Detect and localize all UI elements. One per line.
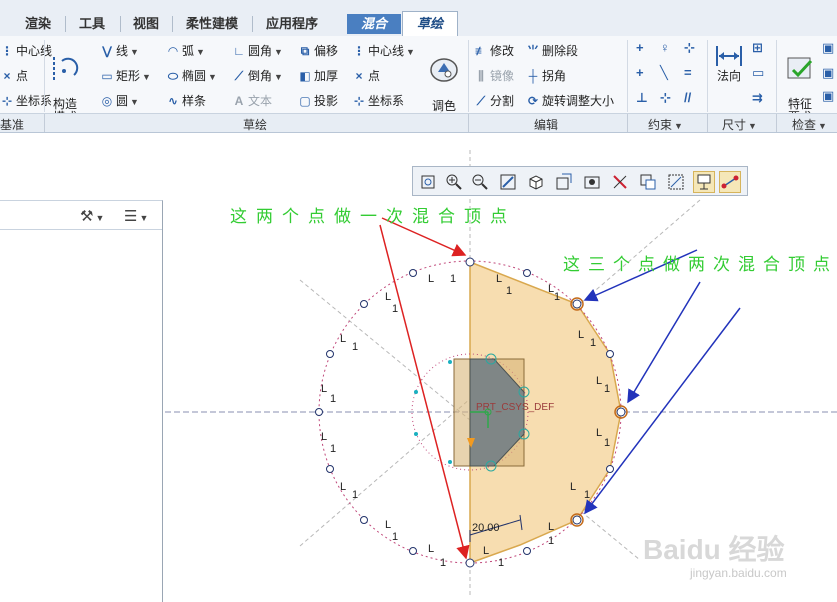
svg-text:L: L — [340, 333, 346, 345]
saved-orientations-icon[interactable] — [553, 171, 575, 193]
svg-text:L: L — [570, 481, 576, 493]
svg-text:L: L — [385, 291, 391, 303]
svg-text:1: 1 — [554, 291, 560, 303]
annotation-blend-once: 这两个点做一次混合顶点 — [230, 207, 516, 226]
svg-text:1: 1 — [450, 273, 456, 285]
svg-text:1: 1 — [352, 489, 358, 501]
svg-text:L: L — [321, 383, 327, 395]
svg-text:L: L — [321, 431, 327, 443]
dimension-label: 20.00 — [472, 522, 500, 534]
svg-text:1: 1 — [604, 437, 610, 449]
graphics-toolbar — [412, 166, 748, 196]
zoom-in-icon[interactable] — [443, 171, 465, 193]
svg-text:L: L — [483, 545, 489, 557]
svg-text:1: 1 — [440, 557, 446, 569]
watermark-url: jingyan.baidu.com — [690, 566, 787, 580]
datum-display-icon[interactable] — [609, 171, 631, 193]
annotation-display-icon[interactable] — [637, 171, 659, 193]
display-style-icon[interactable] — [525, 171, 547, 193]
repaint-icon[interactable] — [497, 171, 519, 193]
svg-text:L: L — [340, 481, 346, 493]
refit-icon[interactable] — [417, 171, 439, 193]
svg-text:L: L — [578, 329, 584, 341]
svg-text:1: 1 — [352, 341, 358, 353]
svg-text:1: 1 — [590, 337, 596, 349]
svg-text:1: 1 — [604, 383, 610, 395]
svg-text:L: L — [548, 521, 554, 533]
svg-text:1: 1 — [498, 557, 504, 569]
watermark-logo: Baidu 经验 — [643, 534, 785, 565]
svg-text:L: L — [496, 273, 502, 285]
svg-text:L: L — [385, 519, 391, 531]
sketch-canvas[interactable]: L1 L1 L1 L1 L1 L1 L1 L1 L1 L1 L1 L1 L1 L… — [0, 0, 837, 601]
svg-text:L: L — [596, 375, 602, 387]
zoom-out-icon[interactable] — [469, 171, 491, 193]
svg-text:L: L — [428, 543, 434, 555]
svg-text:1: 1 — [548, 535, 554, 547]
svg-text:1: 1 — [330, 393, 336, 405]
sketch-view-icon[interactable] — [693, 171, 715, 193]
svg-text:1: 1 — [506, 285, 512, 297]
annotation-blend-twice: 这三个点做两次混合顶点 — [563, 255, 837, 274]
view-manager-icon[interactable] — [581, 171, 603, 193]
svg-text:L: L — [596, 427, 602, 439]
svg-text:1: 1 — [330, 443, 336, 455]
blue-arrow — [627, 281, 701, 404]
sketcher-display-icon[interactable] — [665, 171, 687, 193]
svg-text:L: L — [428, 273, 434, 285]
svg-text:1: 1 — [392, 303, 398, 315]
svg-text:1: 1 — [584, 489, 590, 501]
vertex-display-icon[interactable] — [719, 171, 741, 193]
svg-text:1: 1 — [392, 531, 398, 543]
